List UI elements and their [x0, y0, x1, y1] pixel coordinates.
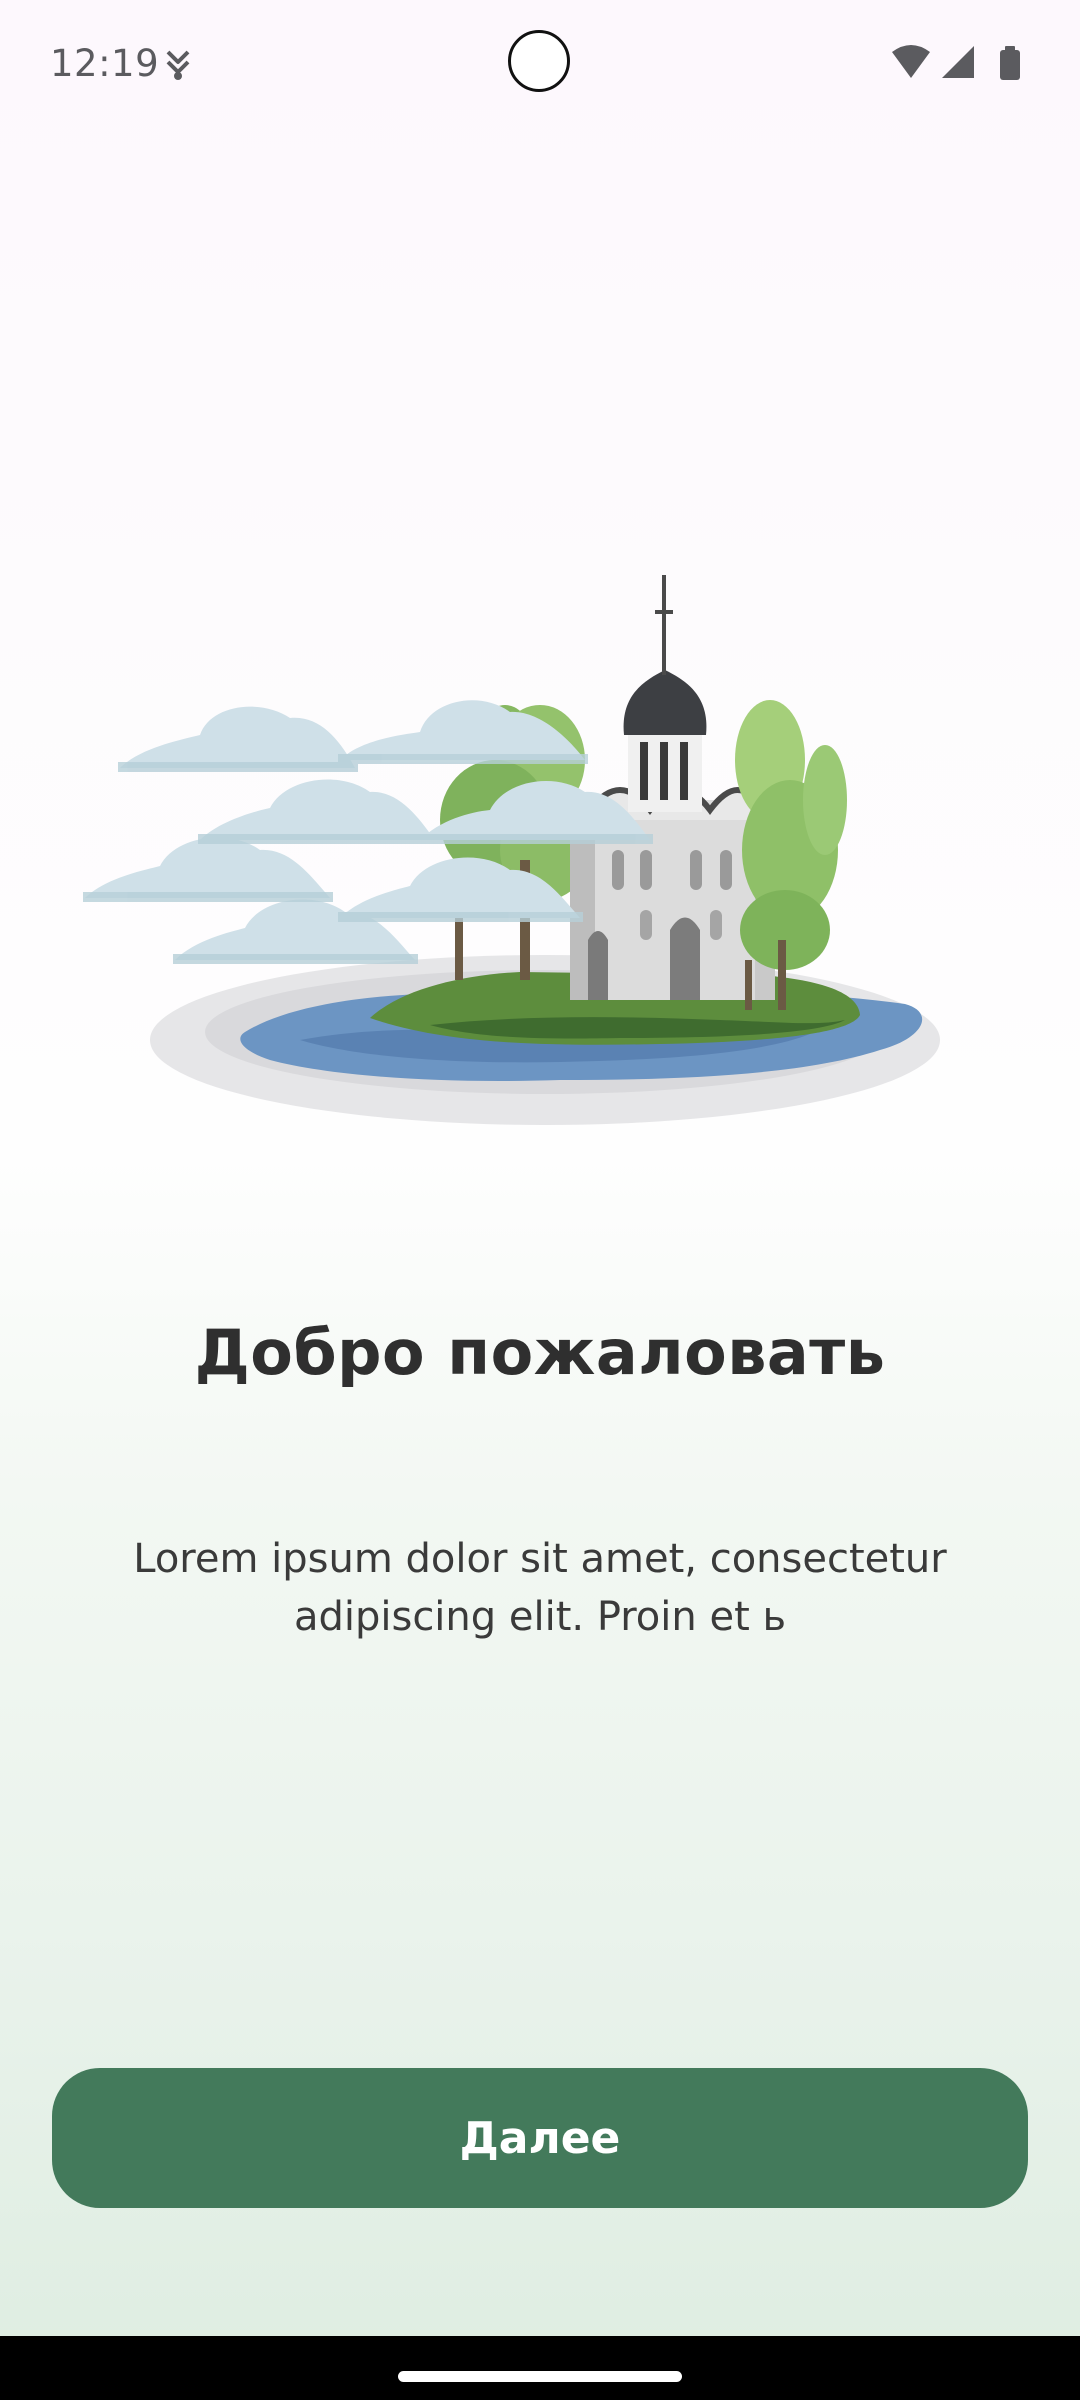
navigation-bar — [0, 2336, 1080, 2400]
battery-icon — [1000, 46, 1020, 80]
status-bar: 12:19 — [0, 0, 1080, 130]
next-button[interactable]: Далее — [52, 2068, 1028, 2208]
notification-download-icon — [166, 50, 190, 80]
wifi-icon — [892, 45, 930, 78]
camera-cutout — [508, 30, 570, 92]
church-on-island-illustration — [83, 575, 940, 1125]
status-icons — [892, 45, 1020, 80]
welcome-description: Lorem ipsum dolor sit amet, consectetur … — [133, 1536, 947, 1640]
welcome-title: Добро пожаловать — [194, 1316, 886, 1389]
status-time: 12:19 — [50, 42, 160, 85]
home-indicator[interactable] — [398, 2371, 682, 2382]
signal-icon — [942, 46, 974, 78]
